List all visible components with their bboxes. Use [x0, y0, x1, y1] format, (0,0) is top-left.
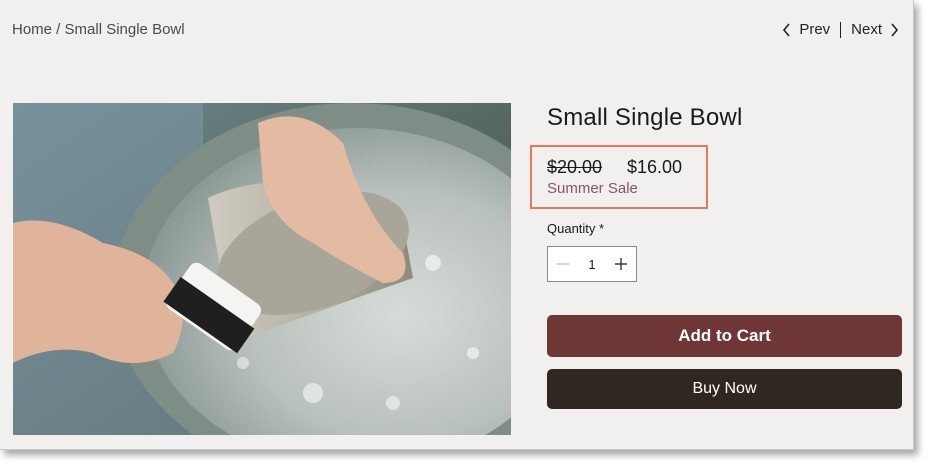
buy-now-button[interactable]: Buy Now	[547, 369, 902, 409]
prev-link[interactable]: Prev	[781, 21, 830, 38]
product-title: Small Single Bowl	[547, 104, 743, 131]
sale-label: Summer Sale	[547, 180, 638, 197]
next-link[interactable]: Next	[851, 21, 900, 38]
decrement-button[interactable]	[548, 247, 578, 281]
next-label: Next	[851, 21, 882, 38]
quantity-value[interactable]: 1	[578, 257, 606, 272]
sale-price: $16.00	[627, 157, 683, 177]
quantity-label: Quantity *	[547, 221, 605, 236]
prev-label: Prev	[799, 21, 831, 38]
breadcrumb: Home / Small Single Bowl	[12, 21, 185, 38]
chevron-left-icon	[783, 22, 790, 37]
product-photo-illustration	[13, 103, 511, 435]
increment-button[interactable]	[606, 247, 636, 281]
product-navigation: Prev Next	[781, 21, 900, 38]
quantity-stepper[interactable]: 1	[547, 246, 637, 282]
breadcrumb-separator: /	[52, 21, 65, 38]
product-page: Home / Small Single Bowl Prev Next Small…	[0, 0, 914, 450]
breadcrumb-current: Small Single Bowl	[64, 21, 185, 38]
minus-icon	[557, 263, 569, 265]
original-price: $20.00	[547, 157, 603, 177]
add-to-cart-button[interactable]: Add to Cart	[547, 315, 902, 357]
breadcrumb-home-link[interactable]: Home	[12, 21, 52, 38]
nav-divider	[840, 21, 842, 38]
product-image[interactable]	[13, 103, 511, 435]
plus-icon	[615, 258, 627, 270]
chevron-right-icon	[891, 22, 899, 37]
